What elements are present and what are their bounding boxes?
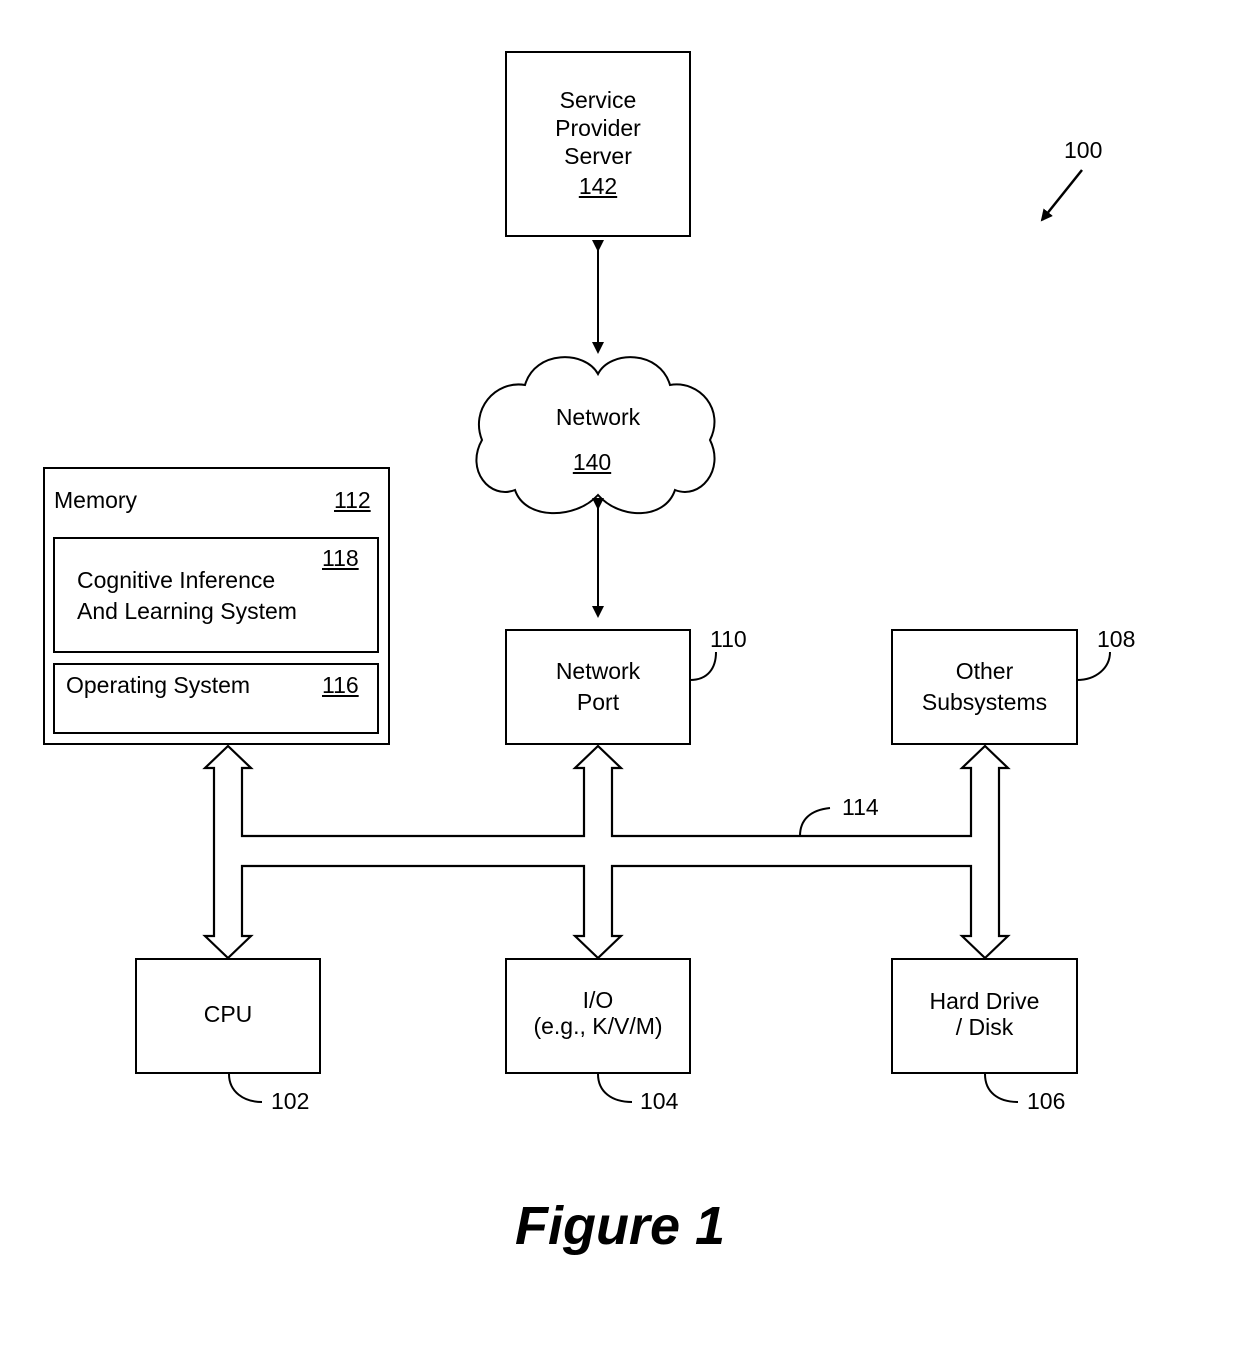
port-leader [689, 651, 717, 681]
cpu-ref: 102 [271, 1088, 310, 1114]
server-label: Service Provider Server 142 [506, 86, 690, 200]
cils-line-1: Cognitive Inference [77, 567, 276, 593]
cils-label: Cognitive Inference And Learning System [77, 565, 297, 627]
os-label: Operating System [66, 672, 251, 698]
cpu-label: CPU [203, 1001, 253, 1027]
cils-ref: 118 [322, 545, 359, 571]
memory-ref: 112 [334, 487, 371, 513]
system-ref-arrow [1040, 169, 1083, 222]
cpu-leader [228, 1073, 263, 1103]
io-ref: 104 [640, 1088, 679, 1114]
server-line-3: Server [564, 143, 632, 169]
hard-drive-line-1: Hard Drive [929, 988, 1040, 1014]
figure-caption: Figure 1 [514, 1196, 726, 1256]
bus-ref: 114 [842, 794, 879, 820]
server-ref: 142 [578, 173, 618, 199]
other-subsystems-label: Other Subsystems [892, 656, 1077, 718]
other-leader [1076, 651, 1111, 681]
network-port-label: Network Port [506, 656, 690, 718]
bus-leader [799, 807, 831, 837]
system-ref-label: 100 [1064, 137, 1103, 163]
memory-label: Memory [54, 487, 138, 513]
network-cloud [475, 356, 716, 515]
network-label: Network [555, 404, 641, 430]
hard-drive-line-2: / Disk [955, 1014, 1014, 1040]
server-line-1: Service [559, 87, 637, 113]
network-ref: 140 [572, 449, 612, 475]
cils-line-2: And Learning System [77, 598, 297, 624]
io-leader [597, 1073, 633, 1103]
other-subsystems-ref: 108 [1097, 626, 1136, 652]
io-line-2: (e.g., K/V/M) [533, 1013, 663, 1039]
network-port-line-1: Network [555, 658, 641, 684]
system-bus [202, 744, 1011, 960]
other-subsystems-line-1: Other [955, 658, 1014, 684]
io-label: I/O (e.g., K/V/M) [506, 987, 690, 1039]
network-port-ref: 110 [710, 626, 747, 652]
other-subsystems-line-2: Subsystems [921, 689, 1048, 715]
network-port-line-2: Port [576, 689, 620, 715]
io-line-1: I/O [582, 987, 614, 1013]
hard-drive-ref: 106 [1027, 1088, 1066, 1114]
os-ref: 116 [322, 672, 359, 698]
hard-drive-label: Hard Drive / Disk [892, 988, 1077, 1040]
server-line-2: Provider [555, 115, 641, 141]
hd-leader [984, 1073, 1019, 1103]
